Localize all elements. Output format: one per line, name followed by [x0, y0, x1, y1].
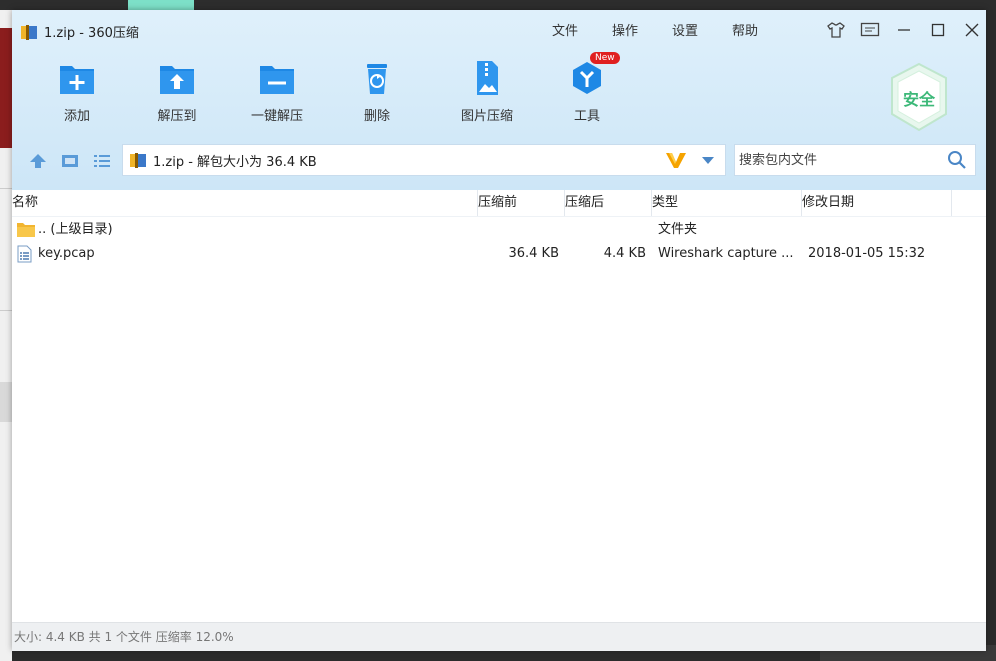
column-type[interactable]: 类型 — [652, 190, 802, 216]
one-click-extract-label: 一键解压 — [250, 109, 303, 124]
table-row[interactable]: .. (上级目录) 文件夹 — [12, 218, 986, 242]
extract-to-button[interactable]: 解压到 — [132, 58, 222, 124]
menu-file[interactable]: 文件 — [552, 20, 612, 39]
add-button[interactable]: 添加 — [32, 58, 122, 124]
thumbnail-view-button[interactable] — [60, 152, 80, 170]
folder-icon — [17, 223, 35, 237]
thumbnail-view-icon — [62, 155, 78, 167]
zip-file-icon — [21, 24, 37, 40]
close-icon — [965, 23, 979, 37]
delete-button[interactable]: 删除 — [332, 58, 422, 124]
background-block — [0, 382, 12, 422]
column-name[interactable]: 名称 — [12, 190, 478, 216]
file-type: Wireshark capture ... — [658, 246, 794, 261]
one-click-folder-icon — [260, 66, 294, 94]
extract-to-label: 解压到 — [157, 109, 197, 124]
list-view-icon — [94, 155, 110, 167]
skin-button[interactable] — [824, 18, 848, 42]
file-name: key.pcap — [38, 246, 95, 261]
address-path: 1.zip - 解包大小为 36.4 KB — [153, 154, 317, 170]
image-compress-label: 图片压缩 — [460, 109, 513, 124]
image-compress-button[interactable]: 图片压缩 — [442, 58, 532, 124]
new-badge: New — [590, 52, 620, 64]
column-modified[interactable]: 修改日期 — [802, 190, 952, 216]
image-zip-icon — [477, 61, 498, 95]
search-icon[interactable] — [947, 150, 967, 170]
column-size-after[interactable]: 压缩后 — [565, 190, 652, 216]
maximize-button[interactable] — [926, 18, 950, 42]
security-shield[interactable]: 安全 — [888, 62, 950, 132]
feedback-button[interactable] — [858, 18, 882, 42]
background-divider — [0, 188, 12, 189]
menu-settings[interactable]: 设置 — [672, 20, 732, 39]
tools-label: 工具 — [573, 109, 600, 124]
background-red-area — [0, 28, 12, 148]
close-button[interactable] — [960, 18, 984, 42]
window-title: 1.zip - 360压缩 — [44, 26, 139, 41]
minimize-button[interactable] — [892, 18, 916, 42]
search-input[interactable] — [737, 151, 941, 169]
menu-help[interactable]: 帮助 — [732, 20, 792, 39]
window-controls — [824, 18, 984, 42]
file-size-after: 4.4 KB — [603, 246, 646, 261]
message-icon — [860, 22, 880, 37]
window-header: 1.zip - 360压缩 文件 操作 设置 帮助 添加 解压到 一键解压 删除… — [12, 10, 986, 190]
archive-window: 1.zip - 360压缩 文件 操作 设置 帮助 添加 解压到 一键解压 删除… — [12, 10, 986, 651]
security-label: 安全 — [902, 90, 935, 109]
desktop-background-tab — [128, 0, 194, 10]
desktop-left-strip — [0, 10, 12, 661]
column-size-before[interactable]: 压缩前 — [478, 190, 565, 216]
nav-buttons — [28, 152, 112, 170]
maximize-icon — [931, 23, 945, 37]
address-bar[interactable]: 1.zip - 解包大小为 36.4 KB — [122, 144, 726, 176]
zip-file-icon — [130, 153, 146, 168]
up-level-button[interactable] — [28, 152, 48, 170]
dropdown-arrow-icon[interactable] — [701, 155, 715, 165]
tools-button[interactable]: New 工具 — [542, 52, 632, 124]
column-header: 名称 压缩前 压缩后 类型 修改日期 — [12, 190, 986, 217]
file-modified: 2018-01-05 15:32 — [808, 246, 926, 261]
add-label: 添加 — [63, 109, 90, 124]
list-view-button[interactable] — [92, 152, 112, 170]
title-bar: 1.zip - 360压缩 — [20, 22, 139, 41]
extract-folder-icon — [160, 66, 194, 94]
file-name: .. (上级目录) — [38, 222, 113, 237]
v-logo-icon[interactable] — [665, 151, 687, 169]
file-type: 文件夹 — [658, 222, 698, 237]
recycle-bin-icon — [367, 64, 387, 94]
file-size-before: 36.4 KB — [508, 246, 559, 261]
tools-icon — [573, 62, 601, 94]
add-folder-icon — [60, 66, 94, 94]
search-box — [734, 144, 976, 176]
pcap-file-icon — [17, 245, 32, 263]
minimize-icon — [898, 29, 910, 31]
delete-label: 删除 — [363, 109, 390, 124]
one-click-extract-button[interactable]: 一键解压 — [232, 58, 322, 124]
background-divider — [0, 310, 12, 311]
arrow-up-icon — [30, 154, 46, 168]
menu-bar: 文件 操作 设置 帮助 — [552, 20, 792, 39]
status-bar: 大小: 4.4 KB 共 1 个文件 压缩率 12.0% — [12, 622, 986, 651]
shirt-icon — [827, 22, 845, 38]
table-row[interactable]: key.pcap 36.4 KB 4.4 KB Wireshark captur… — [12, 242, 986, 266]
status-text: 大小: 4.4 KB 共 1 个文件 压缩率 12.0% — [14, 630, 234, 644]
menu-operation[interactable]: 操作 — [612, 20, 672, 39]
